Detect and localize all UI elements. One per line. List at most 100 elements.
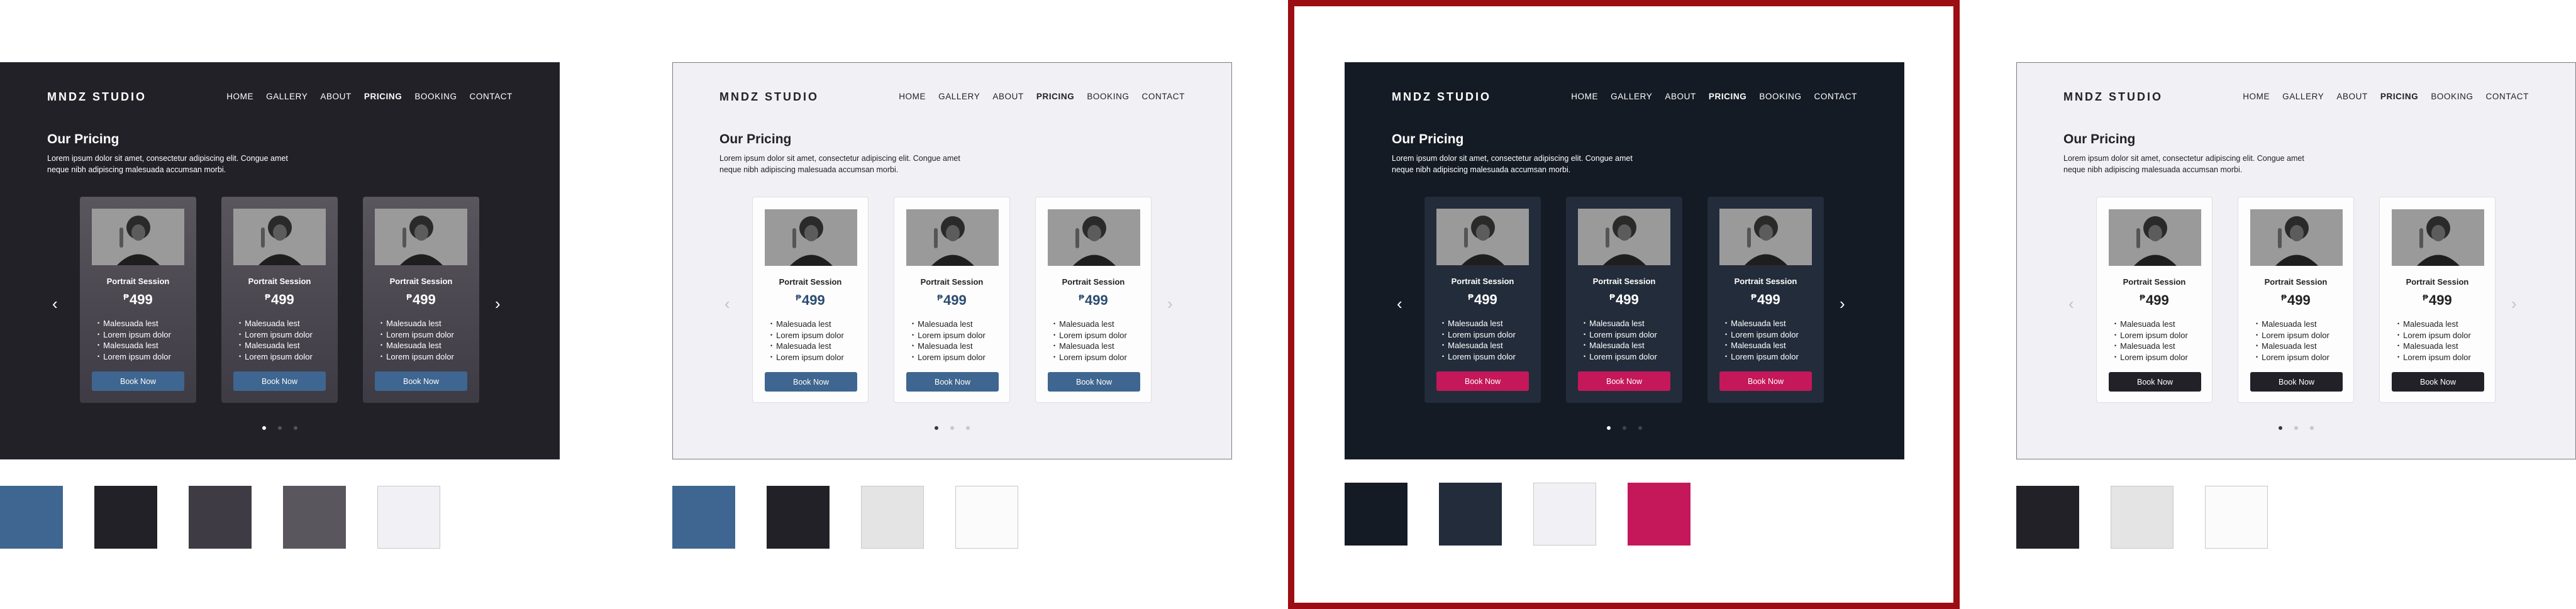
nav-booking[interactable]: BOOKING: [1087, 92, 1129, 101]
feature-item: Lorem ipsum dolor: [2397, 330, 2471, 341]
carousel-dot-active[interactable]: [262, 426, 266, 430]
currency-symbol: ₱: [406, 292, 412, 302]
price-value: 499: [129, 292, 153, 307]
book-now-button[interactable]: Book Now: [906, 372, 999, 392]
pricing-card: Portrait Session ₱499 Malesuada lest Lor…: [363, 197, 479, 403]
color-swatch: [2016, 486, 2079, 549]
color-palette: [672, 486, 1018, 549]
book-now-button[interactable]: Book Now: [375, 371, 467, 391]
nav-booking[interactable]: BOOKING: [2431, 92, 2473, 101]
feature-item: Malesuada lest: [239, 318, 313, 329]
card-title: Portrait Session: [2406, 277, 2469, 287]
book-now-button[interactable]: Book Now: [2109, 372, 2201, 392]
carousel-dots: [673, 426, 1231, 430]
nav-contact[interactable]: CONTACT: [470, 92, 513, 101]
feature-list: Malesuada lest Lorem ipsum dolor Malesua…: [2256, 319, 2329, 363]
design-variant-1: MNDZ STUDIO HOME GALLERY ABOUT PRICING B…: [0, 0, 641, 609]
feature-list: Malesuada lest Lorem ipsum dolor Malesua…: [1053, 319, 1127, 363]
color-swatch: [861, 486, 924, 549]
studio-logo[interactable]: MNDZ STUDIO: [2063, 91, 2163, 104]
nav-pricing[interactable]: PRICING: [364, 92, 402, 101]
feature-item: Malesuada lest: [380, 340, 454, 351]
currency-symbol: ₱: [937, 293, 943, 302]
feature-item: Malesuada lest: [912, 341, 985, 352]
feature-list: Malesuada lest Lorem ipsum dolor Malesua…: [239, 318, 313, 362]
carousel-next-arrow[interactable]: ›: [1167, 295, 1173, 312]
price-value: 499: [412, 292, 436, 307]
currency-symbol: ₱: [265, 292, 270, 302]
carousel-dot[interactable]: [2310, 426, 2314, 430]
feature-item: Malesuada lest: [2397, 319, 2471, 330]
feature-item: Malesuada lest: [770, 341, 844, 352]
nav-gallery[interactable]: GALLERY: [2282, 92, 2324, 101]
feature-item: Lorem ipsum dolor: [770, 352, 844, 363]
feature-item: Lorem ipsum dolor: [912, 330, 985, 341]
nav-about[interactable]: ABOUT: [320, 92, 352, 101]
pricing-title: Our Pricing: [719, 132, 792, 146]
feature-item: Malesuada lest: [239, 340, 313, 351]
feature-item: Malesuada lest: [2256, 319, 2329, 330]
nav-home[interactable]: HOME: [226, 92, 253, 101]
nav-menu: HOME GALLERY ABOUT PRICING BOOKING CONTA…: [2243, 92, 2529, 101]
color-swatch: [2205, 486, 2268, 549]
carousel-dot[interactable]: [950, 426, 954, 430]
nav-gallery[interactable]: GALLERY: [266, 92, 308, 101]
carousel-prev-arrow[interactable]: ‹: [2068, 295, 2074, 312]
portrait-photo: [92, 209, 184, 265]
pricing-cards: Portrait Session ₱499 Malesuada lest Lor…: [80, 197, 479, 403]
nav-menu: HOME GALLERY ABOUT PRICING BOOKING CONTA…: [899, 92, 1185, 101]
card-title: Portrait Session: [106, 277, 170, 286]
feature-item: Malesuada lest: [380, 318, 454, 329]
nav-contact[interactable]: CONTACT: [2486, 92, 2529, 101]
feature-item: Lorem ipsum dolor: [97, 351, 171, 363]
mockup-frame: MNDZ STUDIO HOME GALLERY ABOUT PRICING B…: [0, 62, 560, 459]
carousel-prev-arrow[interactable]: ‹: [52, 295, 58, 312]
card-price: ₱499: [2380, 292, 2495, 309]
feature-item: Malesuada lest: [1053, 319, 1127, 330]
feature-item: Malesuada lest: [770, 319, 844, 330]
feature-item: Lorem ipsum dolor: [1053, 330, 1127, 341]
feature-item: Lorem ipsum dolor: [2256, 330, 2329, 341]
currency-symbol: ₱: [1079, 293, 1084, 302]
carousel-dot[interactable]: [2294, 426, 2298, 430]
nav-contact[interactable]: CONTACT: [1142, 92, 1185, 101]
book-now-button[interactable]: Book Now: [233, 371, 326, 391]
card-title: Portrait Session: [248, 277, 311, 286]
pricing-description: Lorem ipsum dolor sit amet, consectetur …: [2063, 154, 2304, 174]
pricing-card: Portrait Session ₱499 Malesuada lest Lor…: [2379, 197, 2496, 403]
book-now-button[interactable]: Book Now: [2392, 372, 2484, 392]
pricing-card: Portrait Session ₱499 Malesuada lest Lor…: [221, 197, 338, 403]
book-now-button[interactable]: Book Now: [1048, 372, 1140, 392]
color-swatch: [189, 486, 252, 549]
feature-item: Lorem ipsum dolor: [380, 351, 454, 363]
nav-about[interactable]: ABOUT: [2336, 92, 2368, 101]
price-value: 499: [2428, 292, 2452, 308]
nav-home[interactable]: HOME: [2243, 92, 2270, 101]
card-price: ₱499: [363, 292, 479, 308]
book-now-button[interactable]: Book Now: [92, 371, 184, 391]
nav-pricing[interactable]: PRICING: [2380, 92, 2418, 101]
feature-item: Malesuada lest: [97, 340, 171, 351]
carousel-dot[interactable]: [278, 426, 282, 430]
nav-booking[interactable]: BOOKING: [414, 92, 457, 101]
nav-pricing[interactable]: PRICING: [1036, 92, 1074, 101]
card-price: ₱499: [1036, 292, 1151, 309]
book-now-button[interactable]: Book Now: [765, 372, 857, 392]
studio-logo[interactable]: MNDZ STUDIO: [719, 91, 819, 104]
selected-variant-highlight: [1288, 0, 1960, 609]
carousel-next-arrow[interactable]: ›: [495, 295, 501, 312]
portrait-photo: [375, 209, 467, 265]
carousel-dot[interactable]: [294, 426, 297, 430]
book-now-button[interactable]: Book Now: [2250, 372, 2343, 392]
carousel-dot[interactable]: [966, 426, 970, 430]
studio-logo[interactable]: MNDZ STUDIO: [47, 91, 147, 104]
nav-home[interactable]: HOME: [899, 92, 926, 101]
pricing-description: Lorem ipsum dolor sit amet, consectetur …: [47, 154, 288, 174]
nav-gallery[interactable]: GALLERY: [938, 92, 980, 101]
carousel-prev-arrow[interactable]: ‹: [724, 295, 730, 312]
nav-about[interactable]: ABOUT: [992, 92, 1024, 101]
carousel-next-arrow[interactable]: ›: [2511, 295, 2517, 312]
carousel-dot-active[interactable]: [2279, 426, 2282, 430]
card-title: Portrait Session: [2264, 277, 2328, 287]
carousel-dot-active[interactable]: [935, 426, 938, 430]
